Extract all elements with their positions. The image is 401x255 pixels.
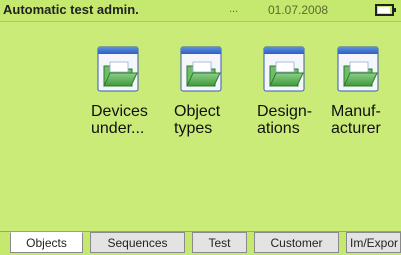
item-label-line2: ations bbox=[257, 120, 300, 137]
folder-icon bbox=[337, 46, 379, 92]
item-label-line1: Design- bbox=[257, 103, 313, 120]
designations-item[interactable]: Design- ations bbox=[243, 46, 325, 137]
title-bar: Automatic test admin. ... 01.07.2008 bbox=[0, 0, 401, 22]
item-label-line2: types bbox=[174, 120, 213, 137]
devices-under-test-item[interactable]: Devices under... bbox=[77, 46, 159, 137]
battery-icon bbox=[375, 4, 396, 16]
folder-icon bbox=[97, 46, 139, 92]
tab-import-export[interactable]: Im/Expor bbox=[346, 232, 401, 253]
object-types-item[interactable]: Object types bbox=[160, 46, 242, 137]
item-label-line2: under... bbox=[91, 120, 145, 137]
item-label-line1: Devices bbox=[91, 103, 148, 120]
tab-customer[interactable]: Customer bbox=[254, 232, 339, 253]
item-label-line1: Object bbox=[174, 103, 221, 120]
item-label-line1: Manuf- bbox=[331, 103, 381, 120]
item-label-line2: acturer bbox=[331, 120, 381, 137]
objects-panel: Devices under... Object types Design- at… bbox=[0, 22, 401, 232]
tab-sequences[interactable]: Sequences bbox=[90, 232, 185, 253]
tab-bar: Objects Sequences Test Customer Im/Expor bbox=[0, 231, 401, 255]
tab-objects[interactable]: Objects bbox=[10, 232, 83, 253]
status-date: 01.07.2008 bbox=[268, 3, 329, 17]
app-title: Automatic test admin. bbox=[3, 2, 139, 17]
folder-icon bbox=[180, 46, 222, 92]
manufacturer-item[interactable]: Manuf- acturer bbox=[317, 46, 399, 137]
folder-icon bbox=[263, 46, 305, 92]
status-ellipsis: ... bbox=[229, 3, 239, 15]
tab-test[interactable]: Test bbox=[192, 232, 247, 253]
